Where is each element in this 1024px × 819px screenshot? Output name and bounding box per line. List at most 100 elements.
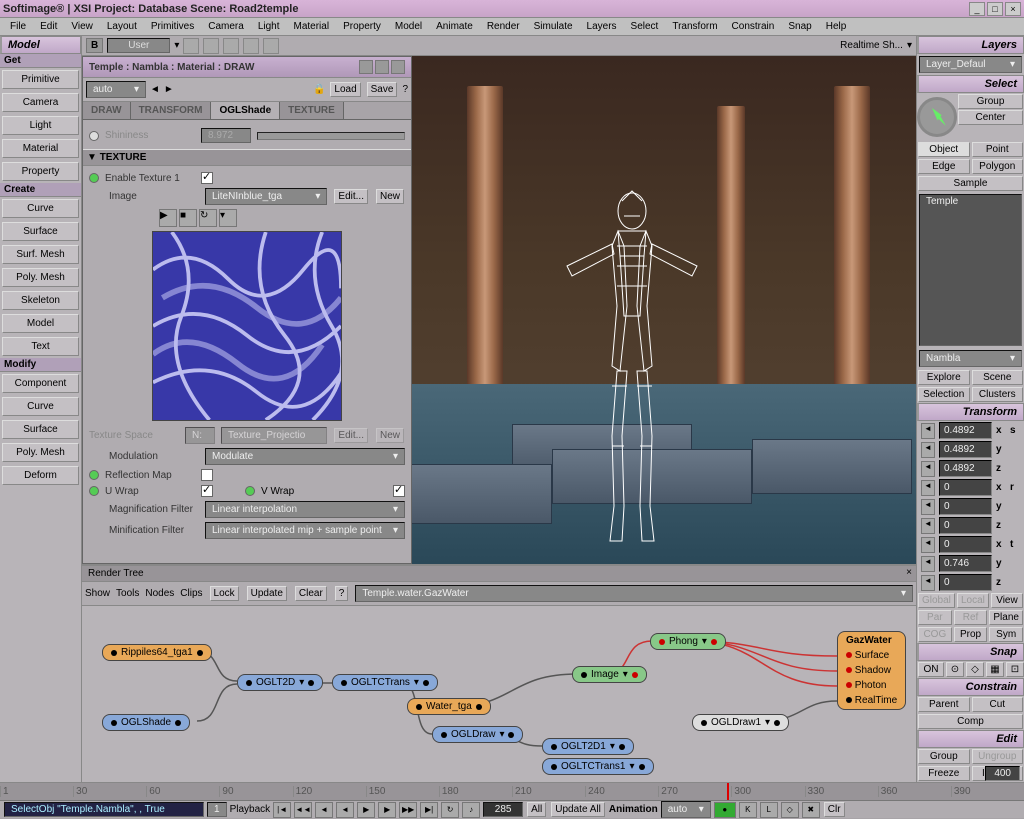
prev-icon[interactable]: ◄: [921, 480, 935, 496]
view-mode-dropdown[interactable]: User: [107, 38, 170, 53]
options-icon[interactable]: ▾: [219, 209, 237, 227]
menu-camera[interactable]: Camera: [202, 20, 250, 33]
view-button[interactable]: View: [991, 593, 1023, 608]
pin-icon[interactable]: [359, 60, 373, 74]
shininess-anim-icon[interactable]: [89, 131, 99, 141]
menu-layers[interactable]: Layers: [581, 20, 623, 33]
material-button[interactable]: Material: [2, 139, 79, 158]
mod-curve-button[interactable]: Curve: [2, 397, 79, 416]
node-oglshade[interactable]: OGLShade: [102, 714, 190, 731]
rt-clips[interactable]: Clips: [180, 588, 202, 599]
prev-key-icon[interactable]: ◄◄: [294, 802, 312, 818]
group-button[interactable]: Group: [958, 94, 1023, 109]
edit-image-button[interactable]: Edit...: [334, 189, 368, 204]
cog-button[interactable]: COG: [918, 627, 952, 642]
node-gazwater[interactable]: GazWater Surface Shadow Photon RealTime: [837, 631, 906, 710]
light-button[interactable]: Light: [2, 116, 79, 135]
start-frame[interactable]: 1: [207, 802, 227, 817]
prev-icon[interactable]: ◄: [921, 442, 935, 458]
layers-header[interactable]: Layers: [917, 36, 1024, 54]
eye-icon[interactable]: [263, 38, 279, 54]
deform-button[interactable]: Deform: [2, 466, 79, 485]
trans-x[interactable]: 0: [939, 536, 992, 553]
texproj-dropdown[interactable]: Texture_Projectio: [221, 427, 327, 444]
surfmesh-button[interactable]: Surf. Mesh: [2, 245, 79, 264]
menu-view[interactable]: View: [65, 20, 99, 33]
mod-surface-button[interactable]: Surface: [2, 420, 79, 439]
play-back-icon[interactable]: ◄: [336, 802, 354, 818]
menu-material[interactable]: Material: [288, 20, 336, 33]
polygon-button[interactable]: Polygon: [972, 159, 1024, 174]
tool-icon[interactable]: [243, 38, 259, 54]
plane-button[interactable]: Plane: [989, 610, 1023, 625]
material-title[interactable]: Temple : Nambla : Material : DRAW: [83, 57, 411, 78]
last-frame-icon[interactable]: ▶|: [420, 802, 438, 818]
node-oglt2d[interactable]: OGLT2D▾: [237, 674, 323, 691]
next-icon[interactable]: ►: [164, 84, 174, 95]
clear-button[interactable]: Clear: [295, 586, 327, 601]
enable-anim-icon[interactable]: [89, 173, 99, 183]
new-image-button[interactable]: New: [376, 189, 404, 204]
stop-icon[interactable]: ■: [179, 209, 197, 227]
node-ogldraw1[interactable]: OGLDraw1▾: [692, 714, 789, 731]
menu-primitives[interactable]: Primitives: [145, 20, 200, 33]
tab-oglshade[interactable]: OGLShade: [211, 102, 280, 119]
load-button[interactable]: Load: [330, 82, 360, 97]
node-phong[interactable]: Phong▾: [650, 633, 726, 650]
clr-button[interactable]: Clr: [824, 802, 845, 817]
rt-nodes[interactable]: Nodes: [145, 588, 174, 599]
first-frame-icon[interactable]: |◄: [273, 802, 291, 818]
edit-header[interactable]: Edit: [917, 730, 1024, 748]
primitive-button[interactable]: Primitive: [2, 70, 79, 89]
current-frame[interactable]: 285: [483, 802, 523, 817]
prev-icon[interactable]: ◄: [921, 556, 935, 572]
minimize-icon[interactable]: _: [969, 2, 985, 16]
rt-show[interactable]: Show: [85, 588, 110, 599]
enable-texture-checkbox[interactable]: [201, 172, 213, 184]
select-header[interactable]: Select: [917, 75, 1024, 93]
prev-icon[interactable]: ◄: [921, 575, 935, 591]
menu-animate[interactable]: Animate: [430, 20, 479, 33]
group-button[interactable]: Group: [918, 749, 970, 764]
tool-icon[interactable]: [223, 38, 239, 54]
menu-constrain[interactable]: Constrain: [726, 20, 781, 33]
menu-simulate[interactable]: Simulate: [528, 20, 579, 33]
tab-draw[interactable]: DRAW: [83, 102, 131, 119]
dropdown-arrow-icon[interactable]: ▾: [174, 40, 179, 51]
refresh-icon[interactable]: ↻: [199, 209, 217, 227]
snap-icon[interactable]: ▦: [986, 662, 1004, 677]
snap-header[interactable]: Snap: [917, 643, 1024, 661]
end-frame[interactable]: 400: [985, 766, 1020, 781]
property-button[interactable]: Property: [2, 162, 79, 181]
menu-file[interactable]: File: [4, 20, 32, 33]
rt-tools[interactable]: Tools: [116, 588, 139, 599]
text-button[interactable]: Text: [2, 337, 79, 356]
node-ogltctrans[interactable]: OGLTCTrans▾: [332, 674, 438, 691]
selection-nambla[interactable]: Nambla▾: [919, 350, 1022, 367]
trans-y[interactable]: 0.746: [939, 555, 992, 572]
center-button[interactable]: Center: [958, 110, 1023, 125]
node-ogltctrans1[interactable]: OGLTCTrans1▾: [542, 758, 654, 775]
selection-temple[interactable]: Temple: [919, 194, 1022, 346]
point-button[interactable]: Point: [972, 142, 1024, 157]
uwrap-checkbox[interactable]: [201, 485, 213, 497]
prop-button[interactable]: Prop: [954, 627, 988, 642]
vwrap-checkbox[interactable]: [393, 485, 405, 497]
lock-button[interactable]: Lock: [210, 586, 239, 601]
help-icon[interactable]: [375, 60, 389, 74]
object-button[interactable]: Object: [918, 142, 970, 157]
snap-on-button[interactable]: ON: [918, 662, 944, 677]
clusters-button[interactable]: Clusters: [972, 387, 1024, 402]
snap-icon[interactable]: ⊡: [1006, 662, 1024, 677]
play-icon[interactable]: ▶: [159, 209, 177, 227]
layer-dropdown[interactable]: Layer_Defaul▾: [919, 56, 1022, 73]
help-button[interactable]: ?: [335, 586, 349, 601]
curve-button[interactable]: Curve: [2, 199, 79, 218]
explore-button[interactable]: Explore: [918, 370, 970, 385]
shininess-value[interactable]: 8.972: [201, 128, 251, 143]
prev-icon[interactable]: ◄: [921, 461, 935, 477]
tab-texture[interactable]: TEXTURE: [280, 102, 344, 119]
rt-path-dropdown[interactable]: Temple.water.GazWater▾: [355, 585, 913, 602]
update-all-button[interactable]: Update All: [551, 802, 605, 817]
constrain-header[interactable]: Constrain: [917, 678, 1024, 696]
